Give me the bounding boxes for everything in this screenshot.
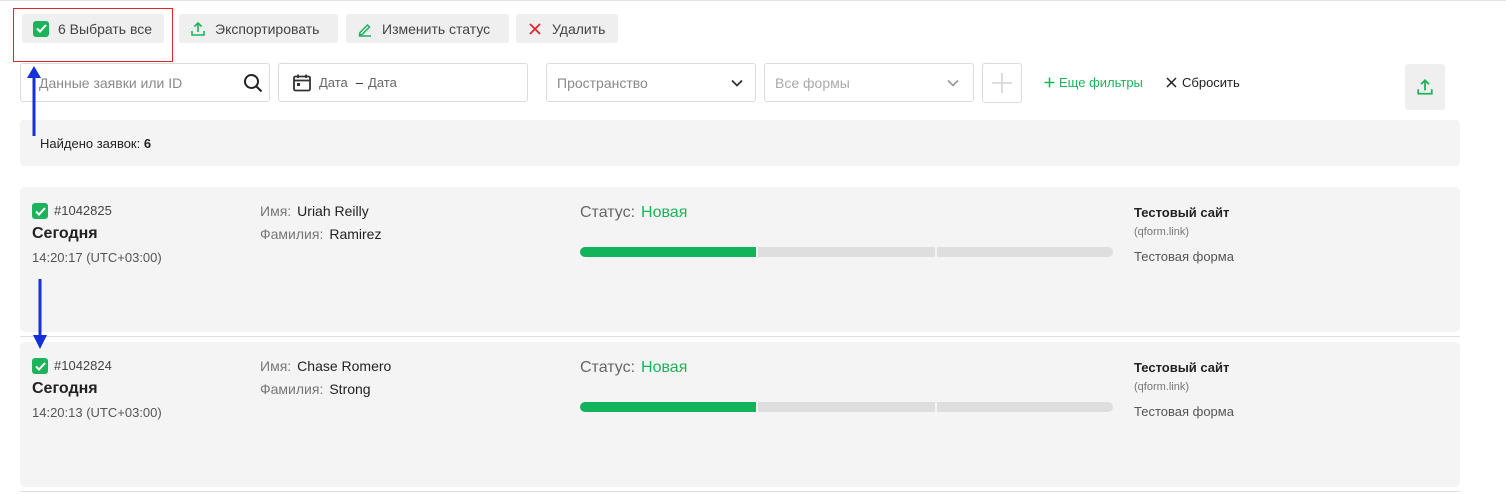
delete-button[interactable]: Удалить [516, 14, 618, 43]
plus-icon [1044, 77, 1055, 88]
form-name: Тестовая форма [1134, 249, 1234, 264]
date-range-input[interactable]: Дата – Дата [278, 63, 528, 102]
progress-segment-3 [937, 247, 1113, 257]
card-divider [20, 491, 1460, 492]
first-name-field: Имя: Uriah Reilly [260, 203, 369, 219]
chevron-down-icon [731, 79, 743, 87]
last-name-label: Фамилия: [260, 226, 324, 242]
checkbox-checked-icon[interactable] [32, 203, 48, 219]
more-filters-link[interactable]: Еще фильтры [1044, 75, 1143, 90]
chevron-down-icon [947, 79, 959, 87]
status-field: Статус: Новая [580, 204, 687, 222]
first-name-label: Имя: [260, 203, 292, 219]
delete-label: Удалить [552, 20, 606, 37]
calendar-icon [292, 73, 312, 93]
request-card[interactable]: #1042825 Сегодня 14:20:17 (UTC+03:00) Им… [20, 187, 1460, 332]
date-to: Дата [368, 75, 397, 90]
annotation-arrow-down [33, 279, 47, 349]
card-divider [20, 336, 1460, 337]
progress-segment-3 [937, 402, 1113, 412]
request-id[interactable]: #1042824 [54, 358, 112, 373]
status-label: Статус: [580, 204, 636, 221]
search-placeholder: Данные заявки или ID [39, 74, 183, 91]
export-icon-button[interactable] [1405, 64, 1445, 110]
last-name-value: Strong [329, 381, 371, 397]
date-from: Дата [319, 75, 348, 90]
request-id[interactable]: #1042825 [54, 203, 112, 218]
status-progress-bar [580, 402, 1113, 412]
change-status-button[interactable]: Изменить статус [346, 14, 509, 43]
progress-segment-2 [758, 402, 935, 412]
results-summary: Найдено заявок: 6 [20, 120, 1460, 166]
request-time: 14:20:13 (UTC+03:00) [32, 405, 162, 420]
found-label: Найдено заявок: [40, 136, 141, 151]
export-button[interactable]: Экспортировать [179, 14, 338, 43]
last-name-value: Ramirez [329, 226, 382, 242]
top-divider [0, 0, 1506, 1]
upload-icon [189, 20, 207, 38]
forms-select-value: Все формы [775, 74, 850, 91]
reset-filters-link[interactable]: Сбросить [1166, 75, 1240, 90]
status-field: Статус: Новая [580, 359, 687, 377]
change-status-label: Изменить статус [382, 20, 491, 37]
last-name-label: Фамилия: [260, 381, 324, 397]
status-value[interactable]: Новая [641, 204, 687, 221]
site-name: Тестовый сайт [1134, 205, 1230, 220]
close-icon [1166, 77, 1177, 88]
request-day: Сегодня [32, 380, 98, 397]
form-name: Тестовая форма [1134, 404, 1234, 419]
add-filter-button[interactable] [982, 63, 1022, 103]
export-label: Экспортировать [215, 20, 320, 37]
request-day: Сегодня [32, 225, 98, 242]
progress-segment-1 [580, 402, 756, 412]
search-icon[interactable] [243, 73, 263, 93]
status-progress-bar [580, 247, 1113, 257]
last-name-field: Фамилия: Strong [260, 381, 371, 397]
close-icon [526, 20, 544, 38]
forms-select[interactable]: Все формы [764, 63, 974, 102]
search-input[interactable]: Данные заявки или ID [20, 63, 270, 102]
progress-segment-2 [758, 247, 935, 257]
request-time: 14:20:17 (UTC+03:00) [32, 250, 162, 265]
plus-icon [991, 72, 1013, 94]
found-count: 6 [143, 136, 152, 151]
space-select[interactable]: Пространство [546, 63, 756, 102]
annotation-highlight-box [13, 8, 173, 62]
date-separator: – [355, 75, 364, 90]
pencil-icon [356, 20, 374, 38]
status-value[interactable]: Новая [641, 359, 687, 376]
first-name-value: Chase Romero [297, 358, 392, 374]
space-select-value: Пространство [557, 74, 648, 91]
site-url: (qform.link) [1134, 381, 1190, 393]
upload-icon [1416, 78, 1434, 96]
first-name-label: Имя: [260, 358, 292, 374]
site-name: Тестовый сайт [1134, 360, 1230, 375]
site-url: (qform.link) [1134, 226, 1190, 238]
status-label: Статус: [580, 359, 636, 376]
more-filters-label: Еще фильтры [1059, 75, 1143, 90]
last-name-field: Фамилия: Ramirez [260, 226, 381, 242]
first-name-field: Имя: Chase Romero [260, 358, 391, 374]
annotation-arrow-up [27, 66, 41, 136]
reset-filters-label: Сбросить [1182, 75, 1240, 90]
request-card[interactable]: #1042824 Сегодня 14:20:13 (UTC+03:00) Им… [20, 342, 1460, 487]
checkbox-checked-icon[interactable] [32, 358, 48, 374]
first-name-value: Uriah Reilly [297, 203, 369, 219]
progress-segment-1 [580, 247, 756, 257]
